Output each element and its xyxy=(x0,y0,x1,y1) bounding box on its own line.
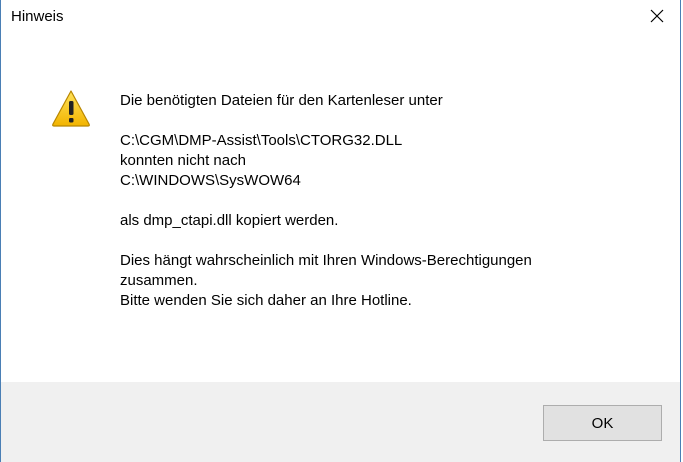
warning-icon xyxy=(52,90,90,127)
dialog-content: Die benötigten Dateien für den Kartenles… xyxy=(1,32,680,382)
message-line: als dmp_ctapi.dll kopiert werden. xyxy=(120,212,339,229)
message-line: zusammen. xyxy=(120,272,198,289)
message-text: Die benötigten Dateien für den Kartenles… xyxy=(120,91,660,311)
message-line: Die benötigten Dateien für den Kartenles… xyxy=(120,92,443,109)
close-button[interactable] xyxy=(634,0,680,32)
button-bar: OK xyxy=(1,382,680,462)
message-line: Dies hängt wahrscheinlich mit Ihren Wind… xyxy=(120,252,532,269)
ok-button[interactable]: OK xyxy=(543,405,662,441)
message-line: Bitte wenden Sie sich daher an Ihre Hotl… xyxy=(120,292,412,309)
title-bar[interactable]: Hinweis xyxy=(1,0,680,32)
message-line: konnten nicht nach xyxy=(120,152,246,169)
message-line: C:\CGM\DMP-Assist\Tools\CTORG32.DLL xyxy=(120,132,403,149)
dialog-window: Hinweis Die benötigten Dateien für den K… xyxy=(0,0,681,462)
window-title: Hinweis xyxy=(11,8,64,25)
close-icon xyxy=(650,9,664,23)
message-line: C:\WINDOWS\SysWOW64 xyxy=(120,172,301,189)
